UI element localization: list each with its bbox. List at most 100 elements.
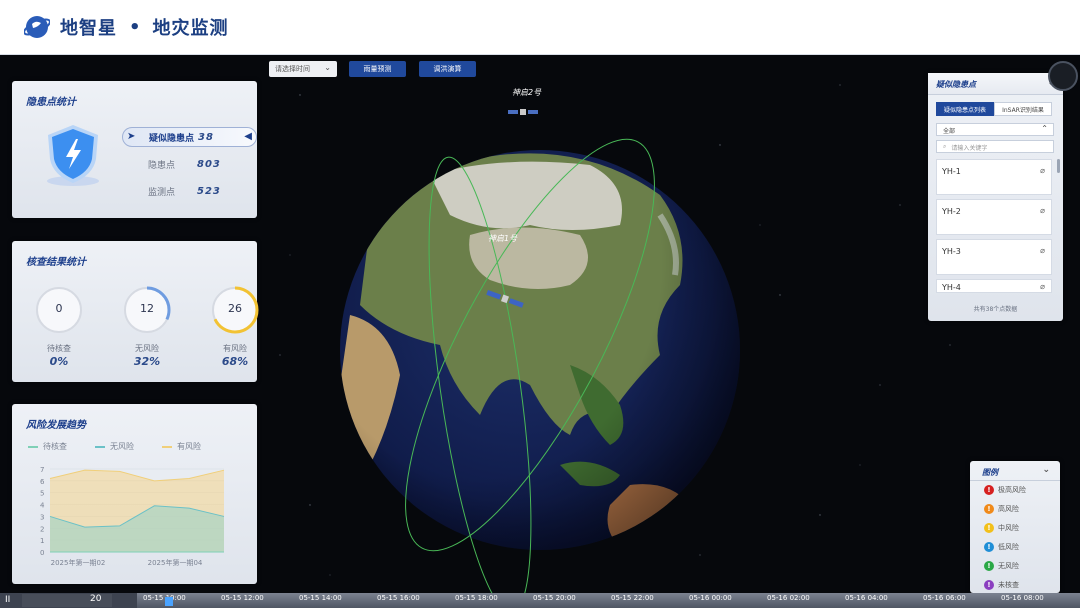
x-tick-label: 2025年第一期04 (148, 558, 203, 567)
stat-suspect-hazard[interactable]: ➤ 疑似隐患点 38 ◀ (122, 127, 257, 147)
timeline-bar: II 20 05-15 10:00 05-15 12:00 05-15 14:00 0… (0, 593, 1080, 608)
legend-item[interactable]: ! 低风险 (984, 542, 1019, 552)
ring-label: 待核查 (47, 344, 71, 353)
filter-select[interactable]: 全部 ⌃ (936, 123, 1054, 136)
satellite-label: 神启2号 (512, 88, 542, 97)
timeline-label: 05-15 12:00 (221, 594, 264, 602)
item-name: YH-2 (942, 207, 961, 216)
list-item[interactable]: YH-4 ⌀ (936, 279, 1052, 293)
timeline-label: 05-15 22:00 (611, 594, 654, 602)
timeline-cursor[interactable] (165, 597, 173, 606)
legend-item[interactable]: ! 未核查 (984, 580, 1019, 590)
suspect-list-panel: 疑似隐患点 ⌄ 疑似隐患点列表 InSAR识别结果 全部 ⌃ ⌕ 请输入关键字 … (928, 73, 1063, 321)
scrollbar[interactable] (1057, 159, 1060, 173)
tab-insar[interactable]: InSAR识别结果 (994, 102, 1052, 116)
timeline-track[interactable]: 05-15 10:00 05-15 12:00 05-15 14:00 05-15 1… (137, 593, 1080, 608)
search-input[interactable]: ⌕ 请输入关键字 (936, 140, 1054, 153)
list-item[interactable]: YH-3 ⌀ (936, 239, 1052, 275)
y-tick-label: 1 (40, 537, 44, 545)
risk-level-icon: ! (984, 485, 994, 495)
y-tick-label: 4 (40, 502, 45, 510)
time-select-value: 请选择时间 (275, 65, 310, 73)
search-placeholder: 请输入关键字 (951, 145, 988, 152)
legend-item[interactable]: ! 高风险 (984, 504, 1019, 514)
chevron-up-icon: ⌃ (1041, 124, 1048, 133)
stat-value: 523 (197, 185, 221, 197)
shield-icon (47, 125, 99, 186)
list-tabs: 疑似隐患点列表 InSAR识别结果 (936, 102, 1052, 116)
ring-label: 有风险 (223, 344, 247, 353)
legend-item[interactable]: ! 中风险 (984, 523, 1019, 533)
panel-title: 核查结果统计 (26, 257, 86, 268)
y-tick-label: 5 (40, 490, 44, 498)
timeline-label: 05-15 16:00 (377, 594, 420, 602)
legend-label: 无风险 (998, 562, 1019, 570)
legend-item[interactable]: ! 无风险 (984, 561, 1019, 571)
timeline-label: 05-16 04:00 (845, 594, 888, 602)
timeline-label: 05-16 02:00 (767, 594, 810, 602)
timeline-label: 05-16 00:00 (689, 594, 732, 602)
app-header: 地智星 • 地灾监测 (0, 0, 1080, 55)
playback-speed[interactable]: 20 (22, 594, 112, 607)
list-header[interactable]: 疑似隐患点 ⌄ (928, 73, 1063, 95)
panel-title: 疑似隐患点 (936, 80, 976, 89)
x-tick-label: 2025年第一期02 (51, 558, 106, 567)
risk-level-icon: ! (984, 542, 994, 552)
legend-label: 未核查 (998, 581, 1019, 589)
ring-label: 无风险 (135, 344, 159, 353)
ring-percent: 32% (133, 355, 161, 368)
legend-label: 低风险 (998, 543, 1019, 551)
title-separator: • (129, 16, 141, 38)
chevron-down-icon: ⌄ (324, 63, 331, 72)
earth-globe[interactable] (330, 85, 760, 593)
arrow-left-icon: ◀ (244, 131, 252, 142)
list-item[interactable]: YH-1 ⌀ (936, 159, 1052, 195)
settings-icon[interactable] (1048, 61, 1078, 91)
filter-value: 全部 (943, 128, 956, 135)
globe-logo-icon (24, 16, 50, 38)
rain-forecast-button[interactable]: 雨量预测 (349, 61, 406, 77)
time-select[interactable]: 请选择时间 ⌄ (269, 61, 337, 77)
tab-suspect-list[interactable]: 疑似隐患点列表 (936, 102, 994, 116)
stat-value: 38 (198, 131, 214, 143)
stat-hazard[interactable]: 隐患点 803 (122, 154, 257, 174)
flood-calc-button[interactable]: 调洪演算 (419, 61, 476, 77)
map-scene[interactable]: 神启2号 神启1号 请选择时间 ⌄ 雨量预测 调洪演算 隐患点统计 ➤ 疑似隐患… (0, 55, 1080, 593)
attachment-icon[interactable]: ⌀ (1040, 166, 1045, 175)
attachment-icon[interactable]: ⌀ (1040, 282, 1045, 291)
satellite-label: 神启1号 (488, 234, 518, 243)
panel-title: 隐患点统计 (26, 97, 76, 108)
timeline-label: 05-15 14:00 (299, 594, 342, 602)
attachment-icon[interactable]: ⌀ (1040, 206, 1045, 215)
panel-title: 图例 (982, 468, 998, 477)
list-item[interactable]: YH-2 ⌀ (936, 199, 1052, 235)
timeline-label: 05-16 06:00 (923, 594, 966, 602)
item-name: YH-1 (942, 167, 961, 176)
app-subtitle: 地灾监测 (152, 18, 229, 39)
y-tick-label: 0 (40, 549, 44, 557)
y-tick-label: 2 (40, 525, 44, 533)
legend-item[interactable]: ! 极高风险 (984, 485, 1026, 495)
chevron-down-icon[interactable]: ⌄ (1042, 465, 1050, 475)
stat-label: 监测点 (148, 187, 176, 198)
ring-percent: 68% (221, 355, 249, 368)
y-tick-label: 7 (40, 466, 44, 474)
item-name: YH-3 (942, 247, 961, 256)
trend-panel: 风险发展趋势 待核查 无风险 有风险 0 1 2 3 4 5 6 7 2025年第一期02 202… (12, 404, 257, 584)
satellite-icon[interactable] (508, 109, 538, 115)
pause-button[interactable]: II (5, 595, 10, 605)
stat-monitor[interactable]: 监测点 523 (122, 181, 257, 201)
risk-legend-panel: 图例 ⌄ ! 极高风险! 高风险! 中风险! 低风险! 无风险! 未核查 (970, 461, 1060, 593)
trend-chart: 0 1 2 3 4 5 6 7 2025年第一期02 2025年第一期04 (40, 466, 225, 567)
list-count: 共有38个点数据 (973, 306, 1018, 313)
y-tick-label: 3 (40, 513, 44, 521)
arrow-right-icon: ➤ (127, 131, 136, 142)
stat-value: 803 (197, 158, 221, 170)
legend-label: 中风险 (998, 524, 1019, 532)
legend-label: 高风险 (998, 505, 1019, 513)
y-tick-label: 6 (40, 478, 45, 486)
item-name: YH-4 (942, 283, 961, 292)
legend-header[interactable]: 图例 ⌄ (970, 461, 1060, 481)
ring-value: 12 (140, 302, 154, 315)
attachment-icon[interactable]: ⌀ (1040, 246, 1045, 255)
